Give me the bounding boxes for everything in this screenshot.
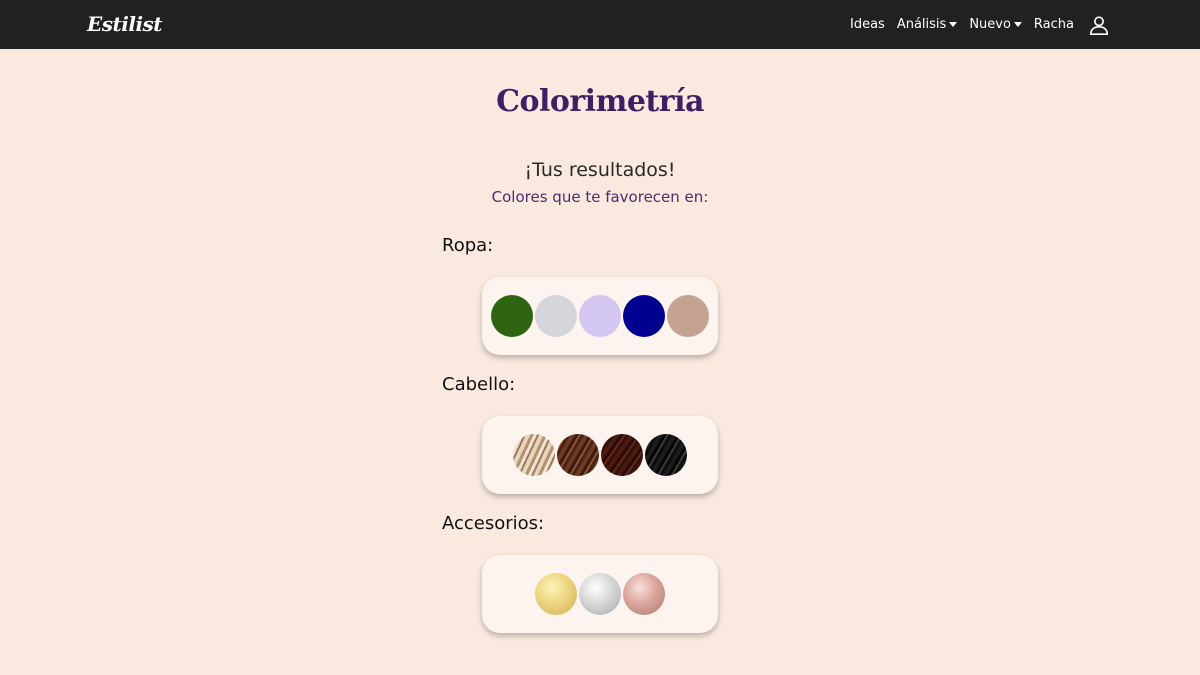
- nav-item-racha-label: Racha: [1033, 17, 1074, 32]
- results-title: ¡Tus resultados!: [524, 159, 676, 181]
- nav-item-analisis-label: Análisis: [896, 17, 947, 32]
- page-title: Colorimetría: [496, 84, 704, 119]
- accessory-swatch-gold[interactable]: [535, 573, 577, 615]
- section-label-accesorios: Accesorios:: [442, 513, 545, 534]
- color-swatch[interactable]: [667, 295, 709, 337]
- color-swatch[interactable]: [535, 295, 577, 337]
- nav-links: Ideas Análisis Nuevo Racha: [838, 0, 1110, 49]
- brand-logo[interactable]: Estilist: [87, 12, 163, 36]
- user-icon[interactable]: [1088, 14, 1110, 36]
- section-label-ropa: Ropa:: [442, 235, 494, 256]
- palette-card-accesorios: [482, 555, 718, 633]
- accessory-swatch-silver[interactable]: [579, 573, 621, 615]
- color-swatch[interactable]: [491, 295, 533, 337]
- nav-item-ideas-label: Ideas: [850, 17, 885, 32]
- hair-swatch-black[interactable]: [645, 434, 687, 476]
- results-subtitle: Colores que te favorecen en:: [491, 188, 709, 206]
- hair-swatch-chestnut[interactable]: [557, 434, 599, 476]
- section-label-cabello: Cabello:: [442, 374, 516, 395]
- nav-item-racha[interactable]: Racha: [1034, 17, 1074, 32]
- hair-swatch-auburn[interactable]: [601, 434, 643, 476]
- hair-swatch-light-blonde[interactable]: [513, 434, 555, 476]
- color-swatch[interactable]: [623, 295, 665, 337]
- nav-item-nuevo-label: Nuevo: [969, 17, 1011, 32]
- caret-down-icon: [949, 22, 958, 27]
- color-swatch[interactable]: [579, 295, 621, 337]
- palette-card-cabello: [482, 416, 718, 494]
- accessory-swatch-rose-gold[interactable]: [623, 573, 665, 615]
- palette-card-ropa: [482, 277, 718, 355]
- caret-down-icon: [1013, 22, 1022, 27]
- nav-item-ideas[interactable]: Ideas: [850, 17, 885, 32]
- nav-item-nuevo[interactable]: Nuevo: [969, 17, 1022, 32]
- top-navbar: Estilist Ideas Análisis Nuevo Racha: [0, 0, 1200, 49]
- nav-item-analisis[interactable]: Análisis: [896, 17, 958, 32]
